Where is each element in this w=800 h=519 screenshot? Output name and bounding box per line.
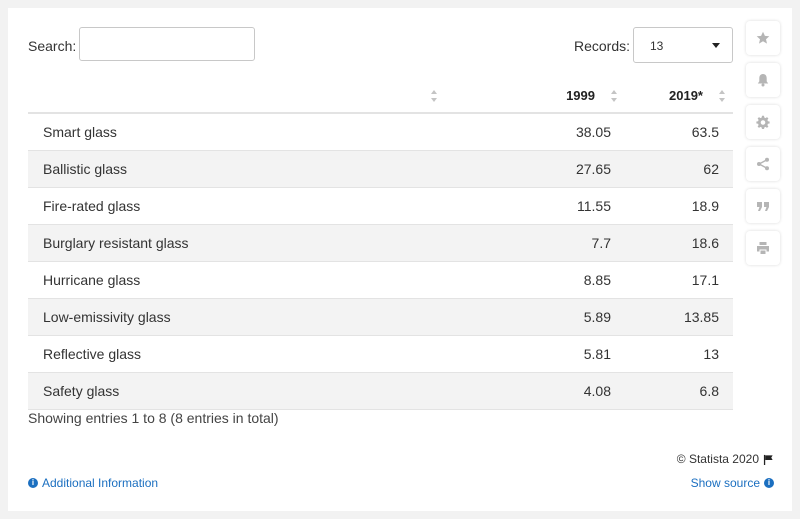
row-value-1999: 4.08 bbox=[445, 372, 625, 410]
table-row: Low-emissivity glass 5.89 13.85 bbox=[28, 298, 733, 336]
notification-button[interactable] bbox=[746, 63, 780, 97]
sort-icon[interactable] bbox=[719, 90, 725, 102]
statistic-card: Search: Records: 13 1999 2019* Smart gla… bbox=[8, 8, 792, 511]
row-value-1999: 5.81 bbox=[445, 335, 625, 373]
quote-icon bbox=[757, 202, 769, 211]
share-button[interactable] bbox=[746, 147, 780, 181]
row-value-1999: 7.7 bbox=[445, 224, 625, 262]
row-value-2019: 63.5 bbox=[625, 113, 733, 151]
row-value-2019: 62 bbox=[625, 150, 733, 188]
table-row: Fire-rated glass 11.55 18.9 bbox=[28, 187, 733, 225]
row-value-2019: 6.8 bbox=[625, 372, 733, 410]
row-name: Hurricane glass bbox=[28, 261, 445, 299]
row-name: Safety glass bbox=[28, 372, 445, 410]
row-value-2019: 18.9 bbox=[625, 187, 733, 225]
table-row: Ballistic glass 27.65 62 bbox=[28, 150, 733, 188]
row-value-2019: 13 bbox=[625, 335, 733, 373]
copyright-text: © Statista 2020 bbox=[676, 452, 759, 466]
bell-icon bbox=[757, 74, 769, 87]
table-row: Safety glass 4.08 6.8 bbox=[28, 372, 733, 410]
row-value-1999: 5.89 bbox=[445, 298, 625, 336]
info-icon: i bbox=[764, 478, 774, 488]
data-table: 1999 2019* Smart glass 38.05 63.5 Ballis… bbox=[28, 78, 733, 410]
show-source-link[interactable]: Show source i bbox=[691, 476, 774, 490]
sort-icon[interactable] bbox=[611, 90, 617, 102]
favorite-button[interactable] bbox=[746, 21, 780, 55]
table-row: Smart glass 38.05 63.5 bbox=[28, 113, 733, 151]
row-name: Fire-rated glass bbox=[28, 187, 445, 225]
show-source-label: Show source bbox=[690, 476, 760, 490]
copyright: © Statista 2020 bbox=[677, 452, 774, 466]
settings-button[interactable] bbox=[746, 105, 780, 139]
row-value-2019: 13.85 bbox=[625, 298, 733, 336]
row-value-2019: 17.1 bbox=[625, 261, 733, 299]
column-header-name[interactable] bbox=[28, 78, 445, 114]
records-label: Records: bbox=[574, 38, 631, 54]
row-value-2019: 18.6 bbox=[625, 224, 733, 262]
entries-info: Showing entries 1 to 8 (8 entries in tot… bbox=[28, 410, 279, 426]
records-value: 13 bbox=[650, 39, 664, 53]
row-name: Burglary resistant glass bbox=[28, 224, 445, 262]
row-value-1999: 8.85 bbox=[445, 261, 625, 299]
info-icon: i bbox=[28, 478, 38, 488]
records-select[interactable]: 13 bbox=[633, 27, 733, 63]
table-row: Reflective glass 5.81 13 bbox=[28, 335, 733, 373]
flag-icon[interactable] bbox=[763, 454, 774, 465]
column-header-1999[interactable]: 1999 bbox=[445, 78, 625, 114]
star-icon bbox=[756, 31, 770, 44]
table-row: Burglary resistant glass 7.7 18.6 bbox=[28, 224, 733, 262]
caret-down-icon bbox=[712, 43, 720, 48]
row-value-1999: 11.55 bbox=[445, 187, 625, 225]
table-header-row: 1999 2019* bbox=[28, 78, 733, 114]
search-label: Search: bbox=[28, 38, 77, 54]
row-name: Reflective glass bbox=[28, 335, 445, 373]
table-row: Hurricane glass 8.85 17.1 bbox=[28, 261, 733, 299]
sort-icon[interactable] bbox=[431, 90, 437, 102]
additional-information-link[interactable]: i Additional Information bbox=[28, 476, 158, 490]
additional-information-label: Additional Information bbox=[42, 476, 159, 490]
row-name: Ballistic glass bbox=[28, 150, 445, 188]
row-value-1999: 27.65 bbox=[445, 150, 625, 188]
search-input[interactable] bbox=[79, 27, 255, 61]
cite-button[interactable] bbox=[746, 189, 780, 223]
share-icon bbox=[757, 157, 769, 171]
gear-icon bbox=[756, 115, 770, 129]
action-sidebar bbox=[746, 21, 780, 273]
column-header-2019[interactable]: 2019* bbox=[625, 78, 733, 114]
row-value-1999: 38.05 bbox=[445, 113, 625, 151]
row-name: Low-emissivity glass bbox=[28, 298, 445, 336]
print-button[interactable] bbox=[746, 231, 780, 265]
row-name: Smart glass bbox=[28, 113, 445, 151]
print-icon bbox=[757, 242, 769, 254]
